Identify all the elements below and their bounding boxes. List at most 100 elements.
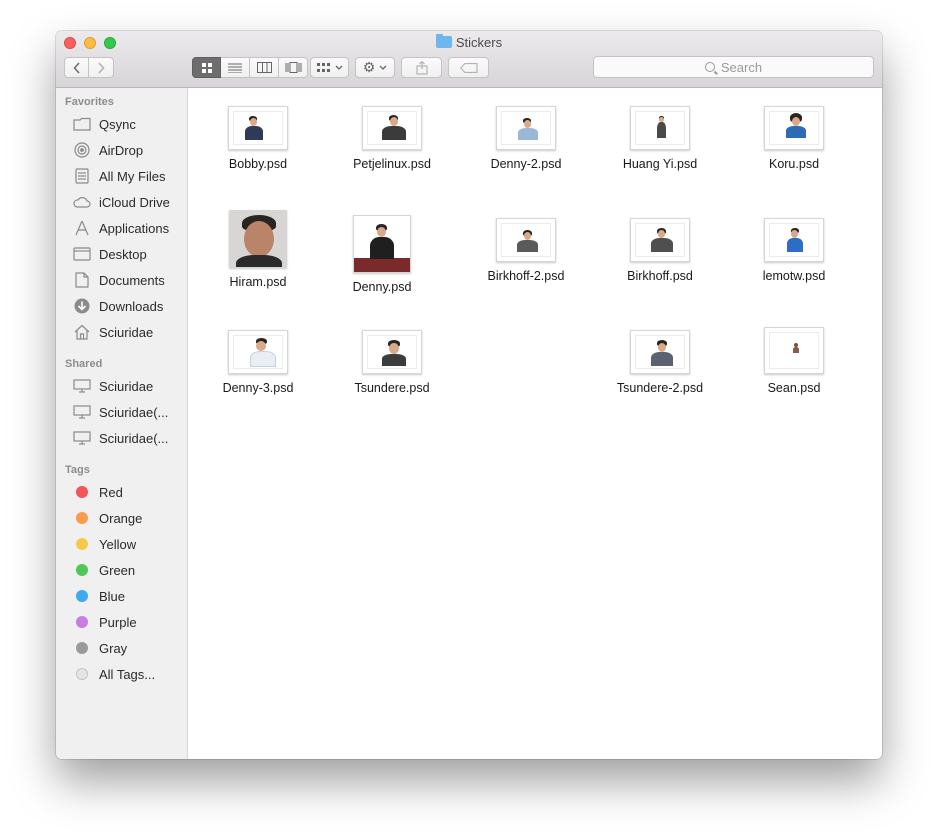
- nav-buttons: [64, 57, 114, 78]
- share-button[interactable]: [401, 57, 442, 78]
- document-icon: [72, 272, 92, 288]
- file-thumbnail: [630, 330, 690, 374]
- file-thumbnail: [362, 106, 422, 150]
- icon-grid-icon: [201, 62, 212, 73]
- file-item[interactable]: Tsundere.psd: [332, 330, 452, 395]
- sidebar-item-label: Sciuridae(...: [99, 404, 169, 420]
- file-item[interactable]: Tsundere-2.psd: [600, 330, 720, 395]
- sidebar-tag-blue[interactable]: Blue: [72, 585, 125, 607]
- sidebar-item-shared-3[interactable]: Sciuridae(...: [72, 427, 168, 449]
- sidebar-tag-green[interactable]: Green: [72, 559, 135, 581]
- icon-view-button[interactable]: [192, 57, 221, 78]
- search-icon: [704, 62, 715, 72]
- file-name: Huang Yi.psd: [622, 157, 698, 171]
- cover-flow-view-button[interactable]: [279, 57, 308, 78]
- all-tags-icon: [72, 666, 92, 682]
- file-item[interactable]: Denny.psd: [322, 215, 442, 294]
- file-item[interactable]: Petjelinux.psd: [332, 106, 452, 171]
- arrange-button[interactable]: [310, 57, 349, 78]
- sidebar: Favorites Qsync AirDrop All My Files iCl…: [56, 88, 188, 759]
- sidebar-item-label: Sciuridae: [99, 324, 154, 340]
- tag-dot-icon: [72, 640, 92, 656]
- chevron-left-icon: [72, 61, 80, 74]
- sidebar-item-home[interactable]: Sciuridae: [72, 321, 153, 343]
- file-item[interactable]: Hiram.psd: [198, 210, 318, 289]
- favorites-heading: Favorites: [65, 96, 114, 108]
- file-thumbnail: [228, 106, 288, 150]
- file-thumbnail: [630, 218, 690, 262]
- sidebar-item-label: All My Files: [99, 168, 166, 184]
- sidebar-item-label: Sciuridae: [99, 378, 154, 394]
- tags-button[interactable]: [448, 57, 489, 78]
- search-field[interactable]: Search: [593, 56, 874, 78]
- computer-icon: [72, 430, 92, 446]
- sidebar-item-desktop[interactable]: Desktop: [72, 243, 147, 265]
- sidebar-tag-purple[interactable]: Purple: [72, 611, 137, 633]
- sidebar-item-qsync[interactable]: Qsync: [72, 113, 136, 135]
- applications-icon: [72, 220, 92, 236]
- file-thumbnail: [630, 106, 690, 150]
- shared-heading: Shared: [65, 358, 103, 370]
- sidebar-item-documents[interactable]: Documents: [72, 269, 165, 291]
- sidebar-item-applications[interactable]: Applications: [72, 217, 169, 239]
- file-name: Petjelinux.psd: [353, 157, 431, 171]
- file-name: lemotw.psd: [762, 269, 826, 283]
- file-thumbnail: [228, 330, 288, 374]
- sidebar-item-shared-1[interactable]: Sciuridae: [72, 375, 153, 397]
- sidebar-item-airdrop[interactable]: AirDrop: [72, 139, 143, 161]
- tags-heading: Tags: [65, 464, 90, 476]
- sidebar-item-all-my-files[interactable]: All My Files: [72, 165, 165, 187]
- file-item[interactable]: lemotw.psd: [734, 218, 854, 283]
- tag-dot-icon: [72, 510, 92, 526]
- sidebar-item-downloads[interactable]: Downloads: [72, 295, 163, 317]
- file-item[interactable]: Koru.psd: [734, 106, 854, 171]
- file-thumbnail: [764, 218, 824, 262]
- forward-button[interactable]: [89, 57, 114, 78]
- file-item[interactable]: Sean.psd: [734, 327, 854, 395]
- file-name: Denny.psd: [352, 280, 412, 294]
- sidebar-item-label: Desktop: [99, 246, 147, 262]
- file-name: Koru.psd: [768, 157, 820, 171]
- sidebar-tag-gray[interactable]: Gray: [72, 637, 127, 659]
- home-icon: [72, 324, 92, 340]
- file-item[interactable]: Huang Yi.psd: [600, 106, 720, 171]
- file-thumbnail: [353, 215, 411, 273]
- all-files-icon: [72, 168, 92, 184]
- columns-icon: [256, 62, 272, 73]
- tag-dot-icon: [72, 588, 92, 604]
- folder-icon: [435, 34, 452, 48]
- action-button[interactable]: ⚙: [355, 57, 395, 78]
- airdrop-icon: [72, 142, 92, 158]
- sidebar-item-label: Yellow: [99, 536, 137, 552]
- sidebar-item-label: Red: [99, 484, 123, 500]
- folder-icon: [72, 116, 92, 132]
- sidebar-item-label: Downloads: [99, 298, 164, 314]
- sidebar-item-shared-2[interactable]: Sciuridae(...: [72, 401, 168, 423]
- list-view-button[interactable]: [221, 57, 250, 78]
- column-view-button[interactable]: [250, 57, 279, 78]
- sidebar-tag-red[interactable]: Red: [72, 481, 123, 503]
- sidebar-tag-yellow[interactable]: Yellow: [72, 533, 136, 555]
- sidebar-all-tags[interactable]: All Tags...: [72, 663, 155, 685]
- file-name: Sean.psd: [767, 381, 821, 395]
- file-item[interactable]: Birkhoff.psd: [600, 218, 720, 283]
- tag-dot-icon: [72, 614, 92, 630]
- file-item[interactable]: Denny-3.psd: [198, 330, 318, 395]
- file-item[interactable]: Birkhoff-2.psd: [466, 218, 586, 283]
- sidebar-item-icloud-drive[interactable]: iCloud Drive: [72, 191, 170, 213]
- back-button[interactable]: [64, 57, 89, 78]
- window-title: Stickers: [56, 34, 882, 50]
- file-name: Denny-3.psd: [222, 381, 294, 395]
- view-mode-control: [192, 57, 308, 78]
- sidebar-item-label: AirDrop: [99, 142, 144, 158]
- sidebar-item-label: Orange: [99, 510, 143, 526]
- tag-dot-icon: [72, 562, 92, 578]
- sidebar-item-label: Sciuridae(...: [99, 430, 169, 446]
- sidebar-tag-orange[interactable]: Orange: [72, 507, 142, 529]
- sidebar-item-label: Applications: [99, 220, 170, 236]
- sidebar-item-label: Green: [99, 562, 136, 578]
- sidebar-item-label: Purple: [99, 614, 137, 630]
- chevron-down-icon: [335, 65, 342, 70]
- file-item[interactable]: Bobby.psd: [198, 106, 318, 171]
- file-item[interactable]: Denny-2.psd: [466, 106, 586, 171]
